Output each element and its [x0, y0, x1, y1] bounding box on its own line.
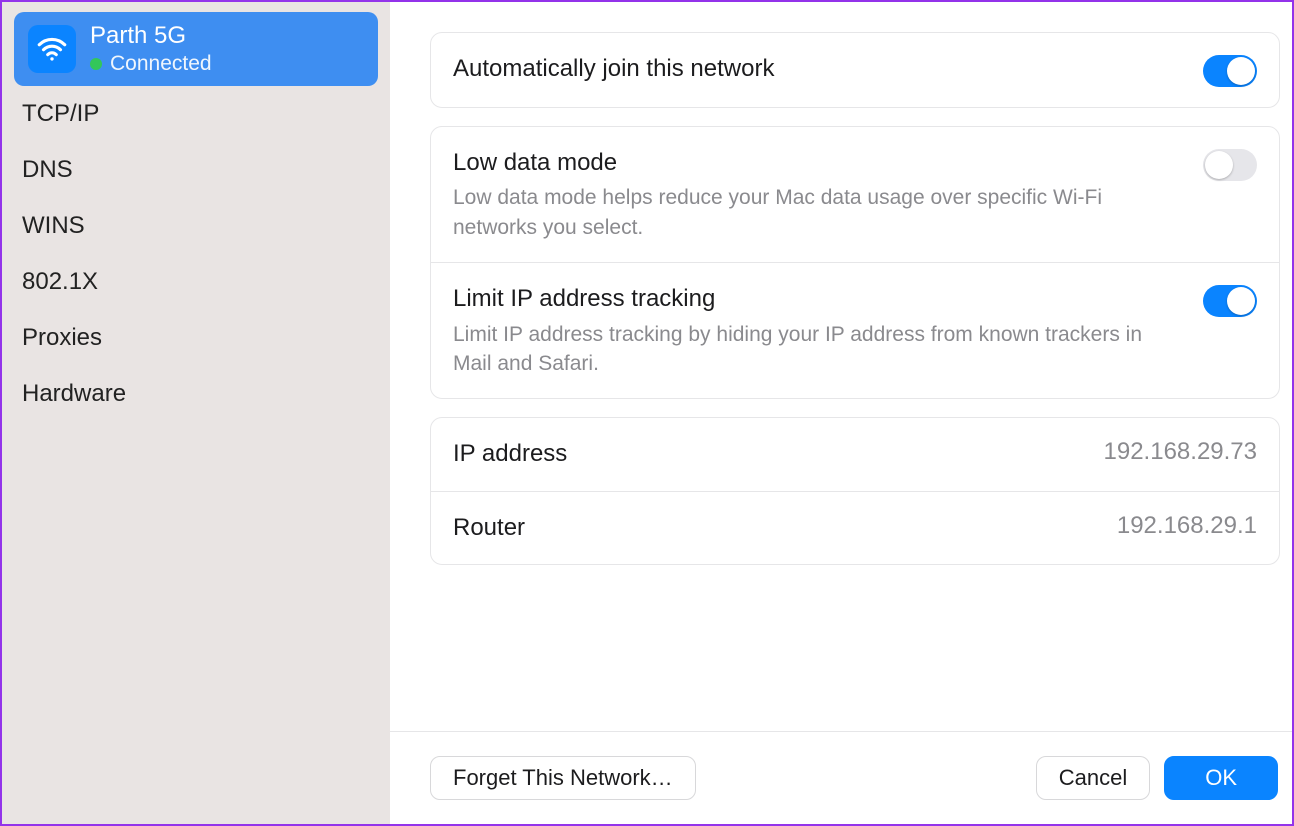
sidebar-item-proxies[interactable]: Proxies — [14, 310, 378, 366]
auto-join-toggle[interactable] — [1203, 55, 1257, 87]
main-panel: Automatically join this network Low data… — [390, 2, 1292, 824]
ip-address-label: IP address — [453, 438, 567, 470]
low-data-title: Low data mode — [453, 147, 1183, 179]
low-data-desc: Low data mode helps reduce your Mac data… — [453, 183, 1183, 242]
router-value: 192.168.29.1 — [1117, 512, 1257, 540]
settings-content: Automatically join this network Low data… — [390, 2, 1292, 731]
sidebar-network-item[interactable]: Parth 5G Connected — [14, 12, 378, 86]
limit-ip-toggle[interactable] — [1203, 285, 1257, 317]
card-auto-join: Automatically join this network — [430, 32, 1280, 108]
sidebar-item-tcpip[interactable]: TCP/IP — [14, 86, 378, 142]
ok-button[interactable]: OK — [1164, 756, 1278, 800]
router-label: Router — [453, 512, 525, 544]
cancel-button[interactable]: Cancel — [1036, 756, 1150, 800]
auto-join-title: Automatically join this network — [453, 53, 1183, 85]
network-info: Parth 5G Connected — [90, 22, 212, 76]
footer-bar: Forget This Network… Cancel OK — [390, 731, 1292, 824]
sidebar-item-wins[interactable]: WINS — [14, 198, 378, 254]
ip-address-value: 192.168.29.73 — [1104, 438, 1257, 466]
low-data-toggle[interactable] — [1203, 149, 1257, 181]
card-network-info: IP address 192.168.29.73 Router 192.168.… — [430, 417, 1280, 565]
sidebar-item-dns[interactable]: DNS — [14, 142, 378, 198]
sidebar-item-8021x[interactable]: 802.1X — [14, 254, 378, 310]
network-status: Connected — [110, 52, 212, 76]
limit-ip-title: Limit IP address tracking — [453, 283, 1183, 315]
forget-network-button[interactable]: Forget This Network… — [430, 756, 696, 800]
sidebar: Parth 5G Connected TCP/IP DNS WINS 802.1… — [2, 2, 390, 824]
limit-ip-desc: Limit IP address tracking by hiding your… — [453, 320, 1183, 379]
wifi-icon — [28, 25, 76, 73]
network-name: Parth 5G — [90, 22, 212, 50]
status-dot-icon — [90, 58, 102, 70]
card-data-privacy: Low data mode Low data mode helps reduce… — [430, 126, 1280, 399]
sidebar-item-hardware[interactable]: Hardware — [14, 366, 378, 422]
